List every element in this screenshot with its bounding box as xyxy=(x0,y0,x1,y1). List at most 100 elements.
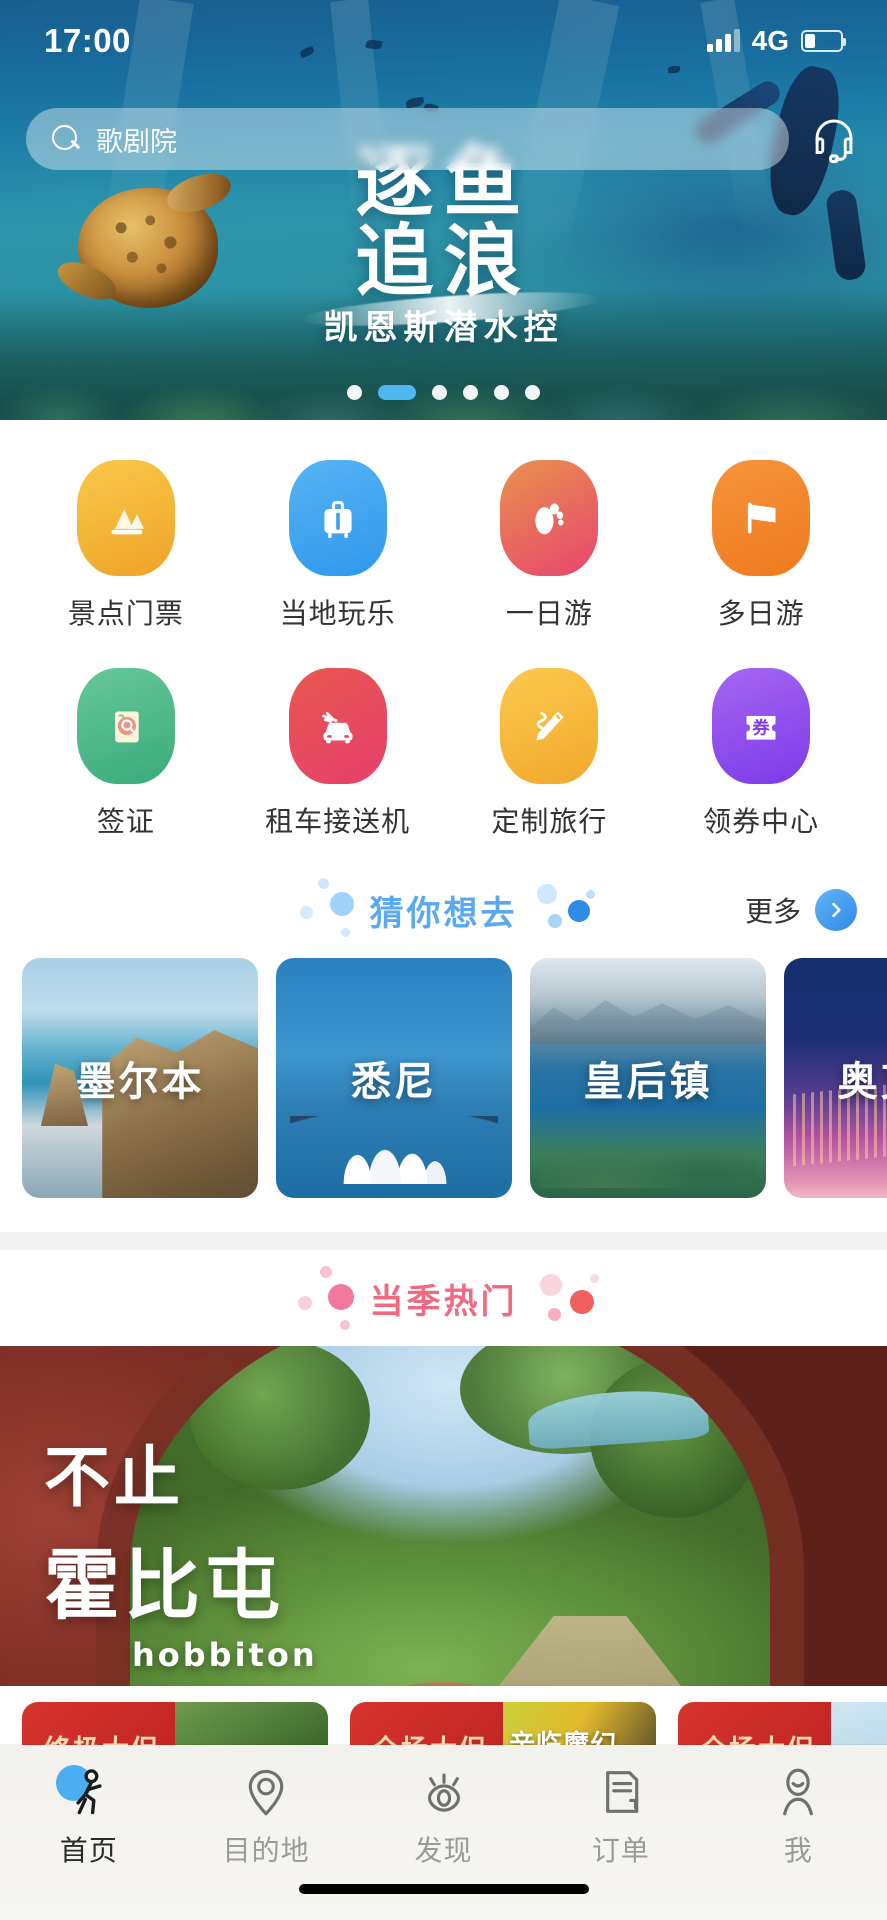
tab-discover[interactable]: 发现 xyxy=(355,1763,532,1869)
suitcase-icon xyxy=(288,460,387,576)
status-indicators: 4G xyxy=(706,25,846,57)
decor-bubble xyxy=(548,1308,561,1321)
quick-link-label: 领券中心 xyxy=(703,806,820,837)
guess-section-title: 猜你想去 xyxy=(369,894,518,933)
quick-link-dangdiwanle[interactable]: 当地玩乐 xyxy=(232,460,444,632)
hot-section-header: 当季热门 xyxy=(0,1250,887,1346)
promo-line3: hobbiton xyxy=(132,1636,318,1674)
hot-section-title: 当季热门 xyxy=(369,1282,518,1321)
map-pin-icon xyxy=(237,1763,295,1821)
quick-link-label: 租车接送机 xyxy=(265,806,411,837)
carousel-dots[interactable] xyxy=(0,385,887,400)
carousel-dot[interactable] xyxy=(525,385,540,400)
network-type-label: 4G xyxy=(751,25,789,56)
search-input[interactable]: 歌剧院 xyxy=(26,108,789,170)
hero-banner[interactable]: 17:00 4G 歌剧院 逐鱼 追浪 凯恩斯潜水控 xyxy=(0,0,887,420)
quick-link-zuchejiesongji[interactable]: 租车接送机 xyxy=(232,668,444,840)
carousel-dot[interactable] xyxy=(432,385,447,400)
decor-bubble xyxy=(298,1296,312,1310)
search-placeholder: 歌剧院 xyxy=(96,126,177,157)
destination-card-list[interactable]: 墨尔本 悉尼 皇后镇 奥克兰 xyxy=(0,958,887,1210)
app-screen: 17:00 4G 歌剧院 逐鱼 追浪 凯恩斯潜水控 景点门票 当地玩乐 一日游 … xyxy=(0,0,887,1920)
sea-turtle xyxy=(48,166,238,320)
stone-path xyxy=(460,1616,720,1686)
status-time: 17:00 xyxy=(44,22,131,59)
destination-name: 墨尔本 xyxy=(75,1060,205,1104)
tab-profile[interactable]: 我 xyxy=(710,1763,887,1869)
quick-link-label: 多日游 xyxy=(717,598,805,629)
decor-bubble xyxy=(330,892,354,916)
destination-card[interactable]: 皇后镇 xyxy=(530,958,766,1198)
car-airport-transfer-icon xyxy=(288,668,387,784)
decor-bubble xyxy=(537,884,557,904)
decor-bubble xyxy=(568,900,590,922)
decor-bubble xyxy=(590,1274,599,1283)
tab-label: 我 xyxy=(783,1835,813,1866)
tab-label: 订单 xyxy=(591,1835,650,1866)
tab-destination[interactable]: 目的地 xyxy=(177,1763,354,1869)
headset-customer-service-icon[interactable] xyxy=(807,112,861,166)
decor-bubble xyxy=(318,878,329,889)
decor-bubble xyxy=(328,1284,354,1310)
hobbiton-promo-banner[interactable]: 不止 霍比屯 hobbiton xyxy=(0,1346,887,1686)
destination-card[interactable]: 悉尼 xyxy=(276,958,512,1198)
wooden-stool xyxy=(398,1682,486,1686)
section-divider xyxy=(0,1232,887,1250)
quick-link-qianzheng[interactable]: 签证 xyxy=(20,668,232,840)
quick-link-lingjuanzhongxin[interactable]: 券 领券中心 xyxy=(655,668,867,840)
decor-bubble xyxy=(341,928,350,937)
quick-link-yiriyou[interactable]: 一日游 xyxy=(444,460,656,632)
home-indicator xyxy=(298,1884,589,1894)
promo-line1: 不止 xyxy=(44,1440,184,1514)
user-profile-icon xyxy=(769,1763,827,1821)
tab-label: 首页 xyxy=(59,1835,118,1866)
spacer xyxy=(0,1210,887,1232)
destination-name: 皇后镇 xyxy=(583,1060,713,1104)
decor-bubble xyxy=(340,1320,350,1330)
decor-bubble xyxy=(548,914,562,928)
tab-home[interactable]: 首页 xyxy=(0,1763,177,1869)
quick-link-dingzhilvxing[interactable]: 定制旅行 xyxy=(444,668,656,840)
promo-line2: 霍比屯 xyxy=(44,1544,284,1629)
destination-name: 奥克兰 xyxy=(837,1060,887,1104)
guess-section-header: 猜你想去 更多 xyxy=(0,862,887,958)
order-document-icon xyxy=(592,1763,650,1821)
promo-text-block: 不止 霍比屯 hobbiton xyxy=(44,1424,318,1674)
flag-icon xyxy=(712,460,811,576)
quick-link-duoriyou[interactable]: 多日游 xyxy=(655,460,867,632)
status-bar: 17:00 4G xyxy=(0,0,887,82)
quick-link-jingdianmenpiao[interactable]: 景点门票 xyxy=(20,460,232,632)
tab-label: 发现 xyxy=(414,1835,473,1866)
tab-label: 目的地 xyxy=(222,1835,310,1866)
chevron-right-circle-icon xyxy=(815,889,857,931)
carousel-dot[interactable] xyxy=(347,385,362,400)
more-label: 更多 xyxy=(744,896,801,927)
footprint-icon xyxy=(500,460,599,576)
destination-card[interactable]: 奥克兰 xyxy=(784,958,887,1198)
decor-bubble xyxy=(540,1274,562,1296)
coupon-icon: 券 xyxy=(712,668,811,784)
pencil-custom-trip-icon xyxy=(500,668,599,784)
bottom-tab-bar: 首页 目的地 发现 订单 我 xyxy=(0,1745,887,1920)
destination-card[interactable]: 墨尔本 xyxy=(22,958,258,1198)
eye-discover-icon xyxy=(415,1763,473,1821)
quick-link-label: 定制旅行 xyxy=(491,806,608,837)
battery-low-icon xyxy=(801,30,846,52)
quick-links-section: 景点门票 当地玩乐 一日游 多日游 签证 租车接送机 定制旅行 券 领券中心 xyxy=(0,420,887,862)
signal-bars-icon xyxy=(706,29,740,52)
quick-links-grid: 景点门票 当地玩乐 一日游 多日游 签证 租车接送机 定制旅行 券 领券中心 xyxy=(0,460,887,840)
quick-link-label: 签证 xyxy=(96,806,155,837)
decor-bubble xyxy=(586,890,595,899)
carousel-dot[interactable] xyxy=(494,385,509,400)
guess-more-button[interactable]: 更多 xyxy=(745,889,857,931)
decor-bubble xyxy=(570,1290,594,1314)
decor-bubble xyxy=(300,906,313,919)
svg-text:券: 券 xyxy=(752,717,771,738)
tab-orders[interactable]: 订单 xyxy=(532,1763,709,1869)
carousel-dot-active[interactable] xyxy=(378,385,416,400)
carousel-dot[interactable] xyxy=(463,385,478,400)
quick-link-label: 一日游 xyxy=(505,598,593,629)
search-row: 歌剧院 xyxy=(0,100,887,178)
home-running-icon xyxy=(55,1763,118,1821)
search-icon xyxy=(52,125,80,153)
